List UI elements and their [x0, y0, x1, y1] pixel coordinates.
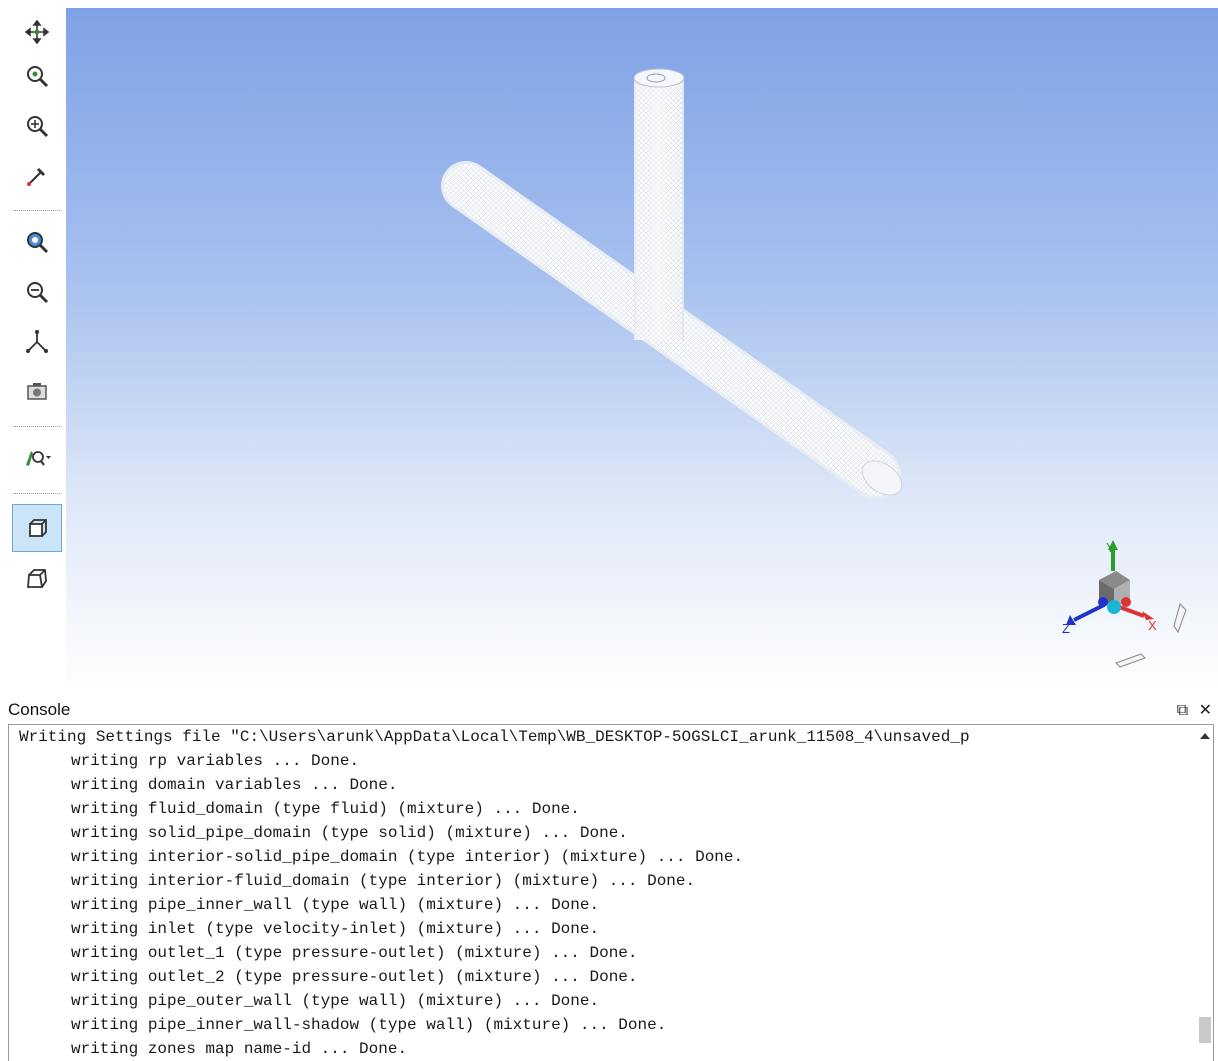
- console-line: writing pipe_outer_wall (type wall) (mix…: [71, 992, 600, 1010]
- console-output[interactable]: Writing Settings file "C:\Users\arunk\Ap…: [8, 724, 1214, 1061]
- console-line: writing solid_pipe_domain (type solid) (…: [71, 824, 628, 842]
- svg-text:Z: Z: [1062, 621, 1070, 636]
- zoom-box-button[interactable]: [12, 104, 62, 148]
- fit-to-window-icon: [27, 232, 49, 254]
- console-line: writing domain variables ... Done.: [71, 776, 398, 794]
- svg-text:Y: Y: [1106, 540, 1115, 555]
- close-icon[interactable]: ✕: [1199, 702, 1212, 719]
- console-line: writing interior-solid_pipe_domain (type…: [71, 848, 744, 866]
- graphics-viewport[interactable]: Y X Z: [66, 8, 1218, 693]
- console-line: Writing Settings file "C:\Users\arunk\Ap…: [19, 728, 970, 746]
- branch-pipe-mesh: [633, 68, 685, 340]
- toolbar-separator: [14, 210, 60, 211]
- probe-button[interactable]: [12, 154, 62, 198]
- console-line: writing outlet_1 (type pressure-outlet) …: [71, 944, 638, 962]
- console-scrollbar[interactable]: [1197, 725, 1213, 1061]
- console-text: Writing Settings file "C:\Users\arunk\Ap…: [19, 725, 1195, 1061]
- zoom-icon: [27, 66, 49, 88]
- zoom-tool-button[interactable]: [12, 54, 62, 98]
- fit-to-window-button[interactable]: [12, 220, 62, 264]
- axes-view-button[interactable]: [12, 320, 62, 364]
- console-line: writing pipe_inner_wall-shadow (type wal…: [71, 1016, 667, 1034]
- perspective-projection-icon: [27, 569, 47, 588]
- lighting-dropdown-button[interactable]: [12, 436, 62, 480]
- console-line: writing pipe_inner_wall (type wall) (mix…: [71, 896, 600, 914]
- main-pipe-mesh: [441, 161, 903, 499]
- console-line: writing fluid_domain (type fluid) (mixtu…: [71, 800, 580, 818]
- console-line: writing zones map name-id ... Done.: [71, 1040, 408, 1058]
- zoom-out-icon: [27, 282, 49, 304]
- console-window-controls: ⧉ ✕: [1171, 700, 1212, 720]
- console-title: Console: [8, 700, 71, 719]
- scroll-up-icon[interactable]: [1200, 733, 1210, 739]
- zoom-out-button[interactable]: [12, 270, 62, 314]
- console-line: writing inlet (type velocity-inlet) (mix…: [71, 920, 600, 938]
- snapshot-button[interactable]: [12, 370, 62, 414]
- toolbar-separator: [14, 426, 60, 427]
- snapshot-icon: [27, 383, 47, 400]
- pan-icon: [24, 19, 50, 45]
- graphics-toolbar: [0, 0, 66, 693]
- orthographic-projection-button[interactable]: [12, 504, 62, 552]
- mesh-scene: Y X Z: [441, 68, 1187, 668]
- toolbar-separator: [14, 493, 60, 494]
- console-line: writing interior-fluid_domain (type inte…: [71, 872, 696, 890]
- probe-icon: [27, 168, 45, 186]
- lighting-icon: [26, 451, 51, 466]
- orthographic-projection-icon: [29, 519, 47, 537]
- axes-view-icon: [26, 330, 48, 353]
- float-window-icon[interactable]: ⧉: [1177, 702, 1188, 719]
- console-line: writing outlet_2 (type pressure-outlet) …: [71, 968, 638, 986]
- svg-text:X: X: [1148, 618, 1157, 633]
- console-line: writing rp variables ... Done.: [71, 752, 360, 770]
- console-header: Console ⧉ ✕: [0, 697, 1218, 723]
- pan-tool-button[interactable]: [12, 10, 62, 54]
- zoom-box-icon: [27, 116, 49, 138]
- orientation-triad: Y X Z: [1062, 540, 1187, 668]
- perspective-projection-button[interactable]: [12, 556, 62, 600]
- scroll-thumb[interactable]: [1199, 1017, 1211, 1043]
